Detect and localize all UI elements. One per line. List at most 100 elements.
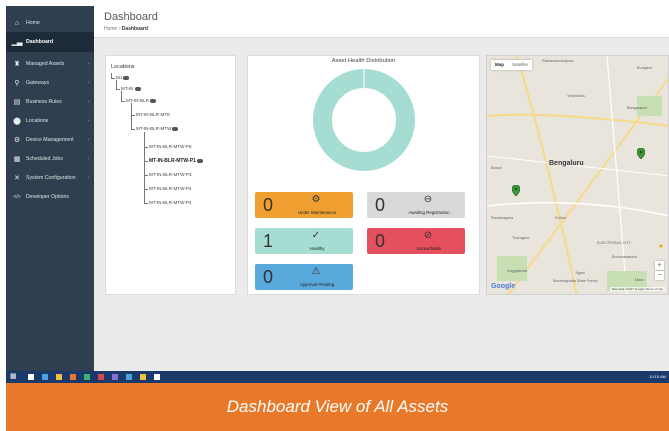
chevron-right-icon: › bbox=[87, 175, 89, 181]
taskbar-app-icon[interactable] bbox=[140, 374, 146, 380]
sidebar-item-managed-assets[interactable]: ♜ Managed Assets › bbox=[6, 54, 94, 74]
taskbar-app-icon[interactable] bbox=[126, 374, 132, 380]
tree-connector bbox=[116, 89, 120, 90]
caption-banner: Dashboard View of All Assets bbox=[6, 383, 669, 431]
map-place-label: ELECTRONIC CITY bbox=[597, 241, 632, 245]
tree-node-mtw-p4[interactable]: MT-IN-BLR-MTW-P4 bbox=[149, 186, 192, 191]
tree-node-label: MT-IN bbox=[121, 86, 134, 91]
zoom-in-button[interactable]: + bbox=[655, 261, 664, 270]
tile-count: 0 bbox=[374, 195, 385, 215]
map-tab-satellite[interactable]: Satellite bbox=[508, 60, 532, 70]
map-place-label: Bangarapet bbox=[627, 106, 647, 110]
taskbar-app-icon[interactable] bbox=[28, 374, 34, 380]
taskbar-app-icon[interactable] bbox=[154, 374, 160, 380]
page-title: Dashboard bbox=[104, 11, 158, 23]
tree-node-mtw-p5[interactable]: MT-IN-BLR-MTW-P5 bbox=[149, 144, 192, 149]
taskbar-app-icon[interactable] bbox=[56, 374, 62, 380]
sidebar: ⌂ Home ▁▃ Dashboard ♜ Managed Assets › ⚲… bbox=[6, 6, 94, 371]
usb-icon: ⚲ bbox=[14, 80, 20, 87]
tile-approval-pending[interactable]: 0 ⚠ Approval Pending bbox=[255, 264, 353, 290]
sidebar-item-dashboard[interactable]: ▁▃ Dashboard bbox=[6, 32, 94, 52]
sidebar-item-developer-options[interactable]: </> Developer Options bbox=[6, 187, 94, 207]
tree-node-mt-in-blr-mte[interactable]: MT-IN-BLR-MTE bbox=[136, 112, 170, 117]
tree-node-label: MT-IN-BLR-MTW-P1 bbox=[149, 158, 196, 164]
tile-label: Unreachable bbox=[416, 246, 442, 251]
gear-icon: ⚙ bbox=[13, 137, 21, 144]
tree-node-label: MT-IN-BLR-MTW-P4 bbox=[149, 186, 192, 191]
taskbar-app-icon[interactable] bbox=[112, 374, 118, 380]
check-circle-icon: ✓ bbox=[311, 230, 321, 241]
tree-node-label: MT-IN-BLR-MTW-P3 bbox=[149, 172, 192, 177]
tree-node-label: MT-IN-BLR-MTE bbox=[136, 112, 171, 117]
tree-node-mtw-p3[interactable]: MT-IN-BLR-MTW-P3 bbox=[149, 172, 192, 177]
sidebar-item-business-rules[interactable]: ▤ Business Rules › bbox=[6, 92, 94, 112]
code-icon: </> bbox=[13, 194, 21, 200]
sidebar-item-system-configuration[interactable]: ✕ System Configuration › bbox=[6, 168, 94, 188]
tile-healthy[interactable]: 1 ✓ Healthy bbox=[255, 228, 353, 254]
map-place-label: Thurugere bbox=[512, 236, 530, 240]
breadcrumb-current: Dashboard bbox=[121, 26, 148, 32]
chevron-right-icon: › bbox=[87, 118, 89, 124]
calendar-icon: ▦ bbox=[13, 156, 21, 163]
tile-under-maintenance[interactable]: 0 ⚙ Under Maintenance bbox=[255, 192, 353, 218]
map-attribution[interactable]: Map data ©2017 Google Terms of Use bbox=[609, 287, 665, 291]
tree-connector bbox=[121, 91, 122, 101]
map-place-label: Yelahanka bbox=[567, 94, 585, 98]
tree-connector bbox=[121, 101, 125, 102]
sidebar-item-locations[interactable]: ⬤ Locations › bbox=[6, 111, 94, 131]
sidebar-item-device-management[interactable]: ⚙ Device Management › bbox=[6, 130, 94, 150]
sidebar-item-gateways[interactable]: ⚲ Gateways › bbox=[6, 73, 94, 93]
collapse-toggle-icon[interactable] bbox=[123, 75, 130, 80]
tree-connector bbox=[144, 161, 148, 162]
tree-node-mtw-p1[interactable]: MT-IN-BLR-MTW-P1 bbox=[149, 158, 203, 164]
map-place-label: Ramachandrapura bbox=[542, 59, 574, 63]
tile-label: Healthy bbox=[309, 246, 325, 251]
taskbar-app-icon[interactable] bbox=[84, 374, 90, 380]
taskbar-app-icon[interactable] bbox=[70, 374, 76, 380]
tree-connector bbox=[131, 115, 135, 116]
map-type-tabs: Map Satellite bbox=[491, 60, 533, 70]
street-view-pegman-icon[interactable]: ● bbox=[659, 243, 663, 250]
chevron-right-icon: › bbox=[87, 137, 89, 143]
map-panel[interactable]: Map Satellite Ramachandrapura Budigere Y… bbox=[486, 55, 669, 295]
collapse-toggle-icon[interactable] bbox=[134, 86, 141, 91]
map-marker-icon[interactable] bbox=[637, 148, 645, 159]
tree-connector bbox=[144, 203, 148, 204]
tree-node-mt-in[interactable]: MT-IN bbox=[121, 86, 141, 91]
collapse-toggle-icon[interactable] bbox=[172, 126, 179, 131]
map-roads bbox=[487, 56, 668, 294]
collapse-toggle-icon[interactable] bbox=[196, 158, 203, 163]
sidebar-item-label: Device Management bbox=[26, 137, 74, 143]
minus-circle-icon: ⊖ bbox=[423, 194, 433, 205]
collapse-toggle-icon[interactable] bbox=[149, 98, 156, 103]
map-place-label: Bommasandra bbox=[612, 255, 637, 259]
sidebar-item-scheduled-jobs[interactable]: ▦ Scheduled Jobs › bbox=[6, 149, 94, 169]
tree-node-label: MT-IN-BLR bbox=[126, 98, 149, 103]
tile-count: 0 bbox=[262, 195, 273, 215]
tree-node-m1[interactable]: M1 bbox=[116, 75, 130, 80]
os-taskbar: ▦ 10:15 AM bbox=[6, 371, 669, 383]
tile-count: 1 bbox=[262, 231, 273, 251]
map-place-label: Kaggalipura bbox=[507, 269, 528, 273]
map-marker-icon[interactable] bbox=[512, 185, 520, 196]
ban-icon: ⊘ bbox=[423, 230, 433, 241]
page-header: Dashboard Home › Dashboard bbox=[94, 6, 669, 38]
taskbar-clock: 10:15 AM bbox=[649, 374, 666, 379]
chevron-right-icon: › bbox=[87, 80, 89, 86]
sidebar-item-home[interactable]: ⌂ Home bbox=[6, 13, 94, 33]
chart-icon: ▁▃ bbox=[11, 39, 23, 46]
sidebar-item-label: System Configuration bbox=[26, 175, 76, 181]
tile-unreachable[interactable]: 0 ⊘ Unreachable bbox=[367, 228, 465, 254]
map-tab-map[interactable]: Map bbox=[491, 60, 508, 70]
taskbar-app-icon[interactable] bbox=[42, 374, 48, 380]
tree-node-mt-in-blr-mtw[interactable]: MT-IN-BLR-MTW bbox=[136, 126, 179, 131]
windows-start-icon[interactable]: ▦ bbox=[10, 373, 17, 381]
taskbar-app-icon[interactable] bbox=[98, 374, 104, 380]
tree-node-mtw-p2[interactable]: MT-IN-BLR-MTW-P2 bbox=[149, 200, 192, 205]
tile-awaiting-registration[interactable]: 0 ⊖ Awaiting Registration bbox=[367, 192, 465, 218]
home-icon: ⌂ bbox=[14, 19, 20, 27]
donut-slice-healthy[interactable] bbox=[313, 69, 415, 171]
asset-health-donut-chart bbox=[313, 69, 415, 171]
zoom-out-button[interactable]: − bbox=[655, 271, 664, 280]
breadcrumb-home[interactable]: Home bbox=[104, 26, 117, 32]
